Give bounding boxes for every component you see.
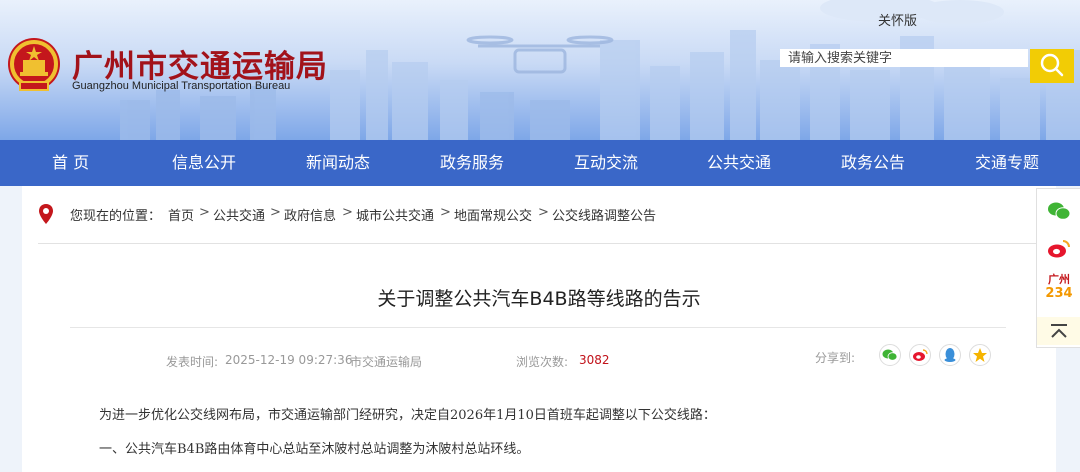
breadcrumb: 您现在的位置： 首页 > 公共交通 > 政府信息 > 城市公共交通 > 地面常规… bbox=[38, 186, 1036, 244]
nav-item-info-disclosure[interactable]: 信息公开 bbox=[172, 140, 236, 186]
site-title-english: Guangzhou Municipal Transportation Burea… bbox=[72, 80, 291, 92]
publish-time: 2025-12-19 09:27:36 bbox=[225, 353, 353, 367]
article-paragraph: 为进一步优化公交线网布局，市交通运输部门经研究，决定自2026年1月10日首班车… bbox=[99, 408, 716, 423]
breadcrumb-separator: > bbox=[538, 205, 549, 220]
float-wechat-button[interactable] bbox=[1037, 197, 1080, 225]
breadcrumb-separator: > bbox=[342, 205, 353, 220]
wechat-icon bbox=[1048, 202, 1071, 220]
care-mode-link[interactable]: 关怀版 bbox=[878, 10, 917, 29]
nav-item-news[interactable]: 新闻动态 bbox=[306, 140, 370, 186]
float-weibo-button[interactable] bbox=[1037, 235, 1080, 263]
title-divider bbox=[70, 327, 1006, 328]
main-nav: 首 页 信息公开 新闻动态 政务服务 互动交流 公共交通 政务公告 交通专题 bbox=[0, 140, 1080, 186]
publish-time-label: 发表时间: bbox=[166, 355, 219, 369]
share-label: 分享到: bbox=[815, 351, 856, 365]
breadcrumb-link-public-transport[interactable]: 公共交通 bbox=[213, 205, 265, 224]
gz234-badge-city: 广州 bbox=[1048, 273, 1070, 286]
weibo-icon bbox=[1048, 240, 1070, 258]
location-pin-icon bbox=[39, 204, 53, 224]
float-gz234-button[interactable]: 广州 234 bbox=[1037, 273, 1080, 309]
search-icon bbox=[1040, 53, 1064, 76]
share-weibo-button[interactable] bbox=[909, 344, 931, 366]
header-banner: 关怀版 广州市交通运输局 Guangzhou Municipal Transpo… bbox=[0, 0, 1080, 140]
nav-item-home[interactable]: 首 页 bbox=[52, 140, 89, 186]
breadcrumb-link-gov-info[interactable]: 政府信息 bbox=[284, 205, 336, 224]
share-qq-button[interactable] bbox=[939, 344, 961, 366]
article-title: 关于调整公共汽车B4B路等线路的告示 bbox=[377, 288, 701, 310]
breadcrumb-separator: > bbox=[440, 205, 451, 220]
views-count: 3082 bbox=[579, 353, 610, 367]
back-to-top-icon bbox=[1051, 324, 1067, 338]
search-input[interactable] bbox=[780, 49, 1028, 67]
breadcrumb-separator: > bbox=[199, 205, 210, 220]
gz234-icon: 广州 234 bbox=[1041, 273, 1077, 301]
back-to-top-button[interactable] bbox=[1037, 317, 1080, 345]
national-emblem-logo bbox=[8, 38, 60, 91]
breadcrumb-link-ground-bus[interactable]: 地面常规公交 bbox=[454, 205, 532, 224]
share-qzone-button[interactable] bbox=[969, 344, 991, 366]
search-button[interactable] bbox=[1030, 49, 1074, 83]
breadcrumb-separator: > bbox=[270, 205, 281, 220]
article-source: 市交通运输局 bbox=[350, 355, 423, 369]
breadcrumb-link-city-transport[interactable]: 城市公共交通 bbox=[356, 205, 434, 224]
nav-item-gov-services[interactable]: 政务服务 bbox=[440, 140, 504, 186]
qq-icon bbox=[944, 348, 956, 362]
gz234-badge-number: 234 bbox=[1045, 286, 1073, 301]
nav-item-interaction[interactable]: 互动交流 bbox=[574, 140, 638, 186]
weibo-icon bbox=[913, 349, 928, 361]
nav-item-public-transport[interactable]: 公共交通 bbox=[707, 140, 771, 186]
nav-item-gov-notices[interactable]: 政务公告 bbox=[841, 140, 905, 186]
article-paragraph: 一、公共汽车B4B路由体育中心总站至沐陂村总站调整为沐陂村总站环线。 bbox=[99, 442, 530, 457]
wechat-icon bbox=[882, 349, 898, 361]
breadcrumb-prefix: 您现在的位置： bbox=[70, 209, 162, 224]
content-panel: 您现在的位置： 首页 > 公共交通 > 政府信息 > 城市公共交通 > 地面常规… bbox=[22, 186, 1056, 472]
breadcrumb-link-home[interactable]: 首页 bbox=[168, 205, 194, 224]
breadcrumb-link-route-notices[interactable]: 公交线路调整公告 bbox=[552, 205, 656, 224]
nav-item-topics[interactable]: 交通专题 bbox=[975, 140, 1039, 186]
share-wechat-button[interactable] bbox=[879, 344, 901, 366]
views-label: 浏览次数: bbox=[516, 355, 569, 369]
qzone-icon bbox=[973, 348, 987, 362]
floating-share-bar: 广州 234 bbox=[1036, 188, 1080, 348]
